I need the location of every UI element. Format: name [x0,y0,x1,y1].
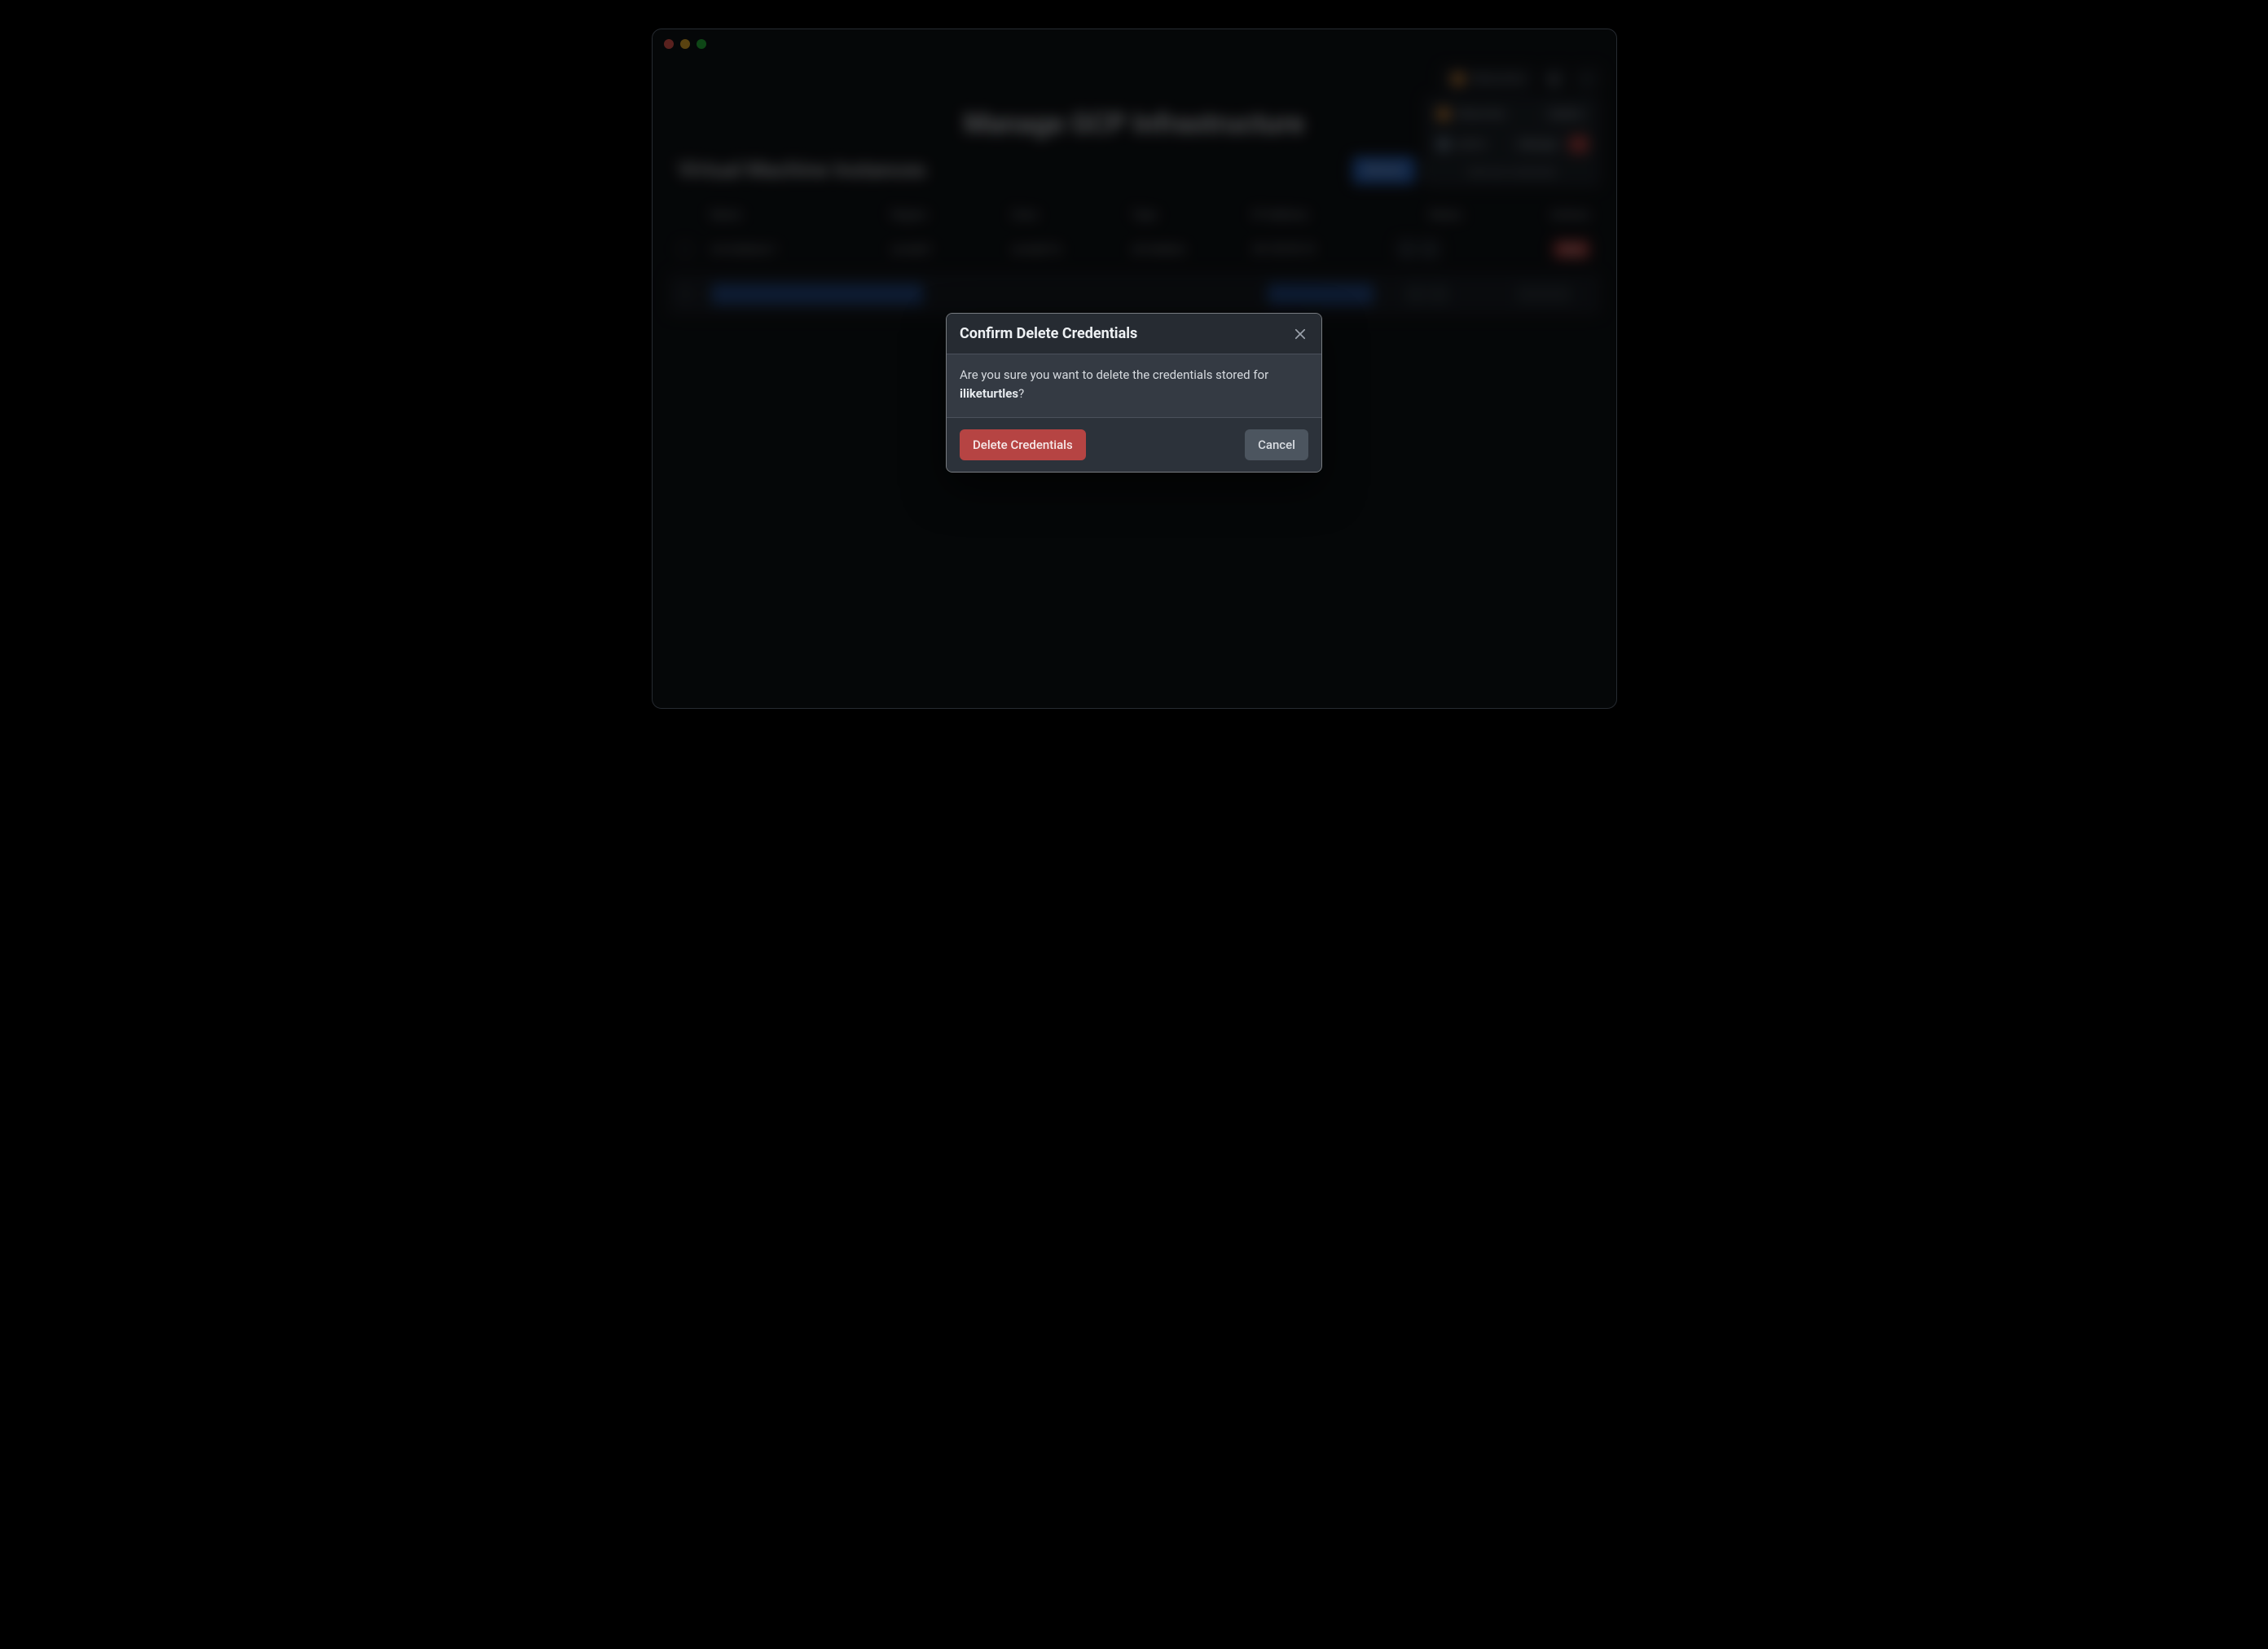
modal-target-name: iliketurtles [960,386,1018,401]
modal-body-prefix: Are you sure you want to delete the cred… [960,367,1268,382]
modal-footer: Delete Credentials Cancel [947,418,1321,472]
delete-credentials-button[interactable]: Delete Credentials [960,429,1086,460]
close-icon[interactable] [1292,326,1308,342]
modal-body-suffix: ? [1018,386,1024,401]
modal-header: Confirm Delete Credentials [947,314,1321,354]
modal-body: Are you sure you want to delete the cred… [947,354,1321,418]
cancel-button[interactable]: Cancel [1245,429,1308,460]
modal-title: Confirm Delete Credentials [960,325,1137,342]
modal-overlay: Confirm Delete Credentials Are you sure … [653,29,1616,708]
app-window: iliketurtles ◧ ◐ iliketurtles Switch adm… [652,29,1617,709]
confirm-delete-modal: Confirm Delete Credentials Are you sure … [946,313,1322,473]
